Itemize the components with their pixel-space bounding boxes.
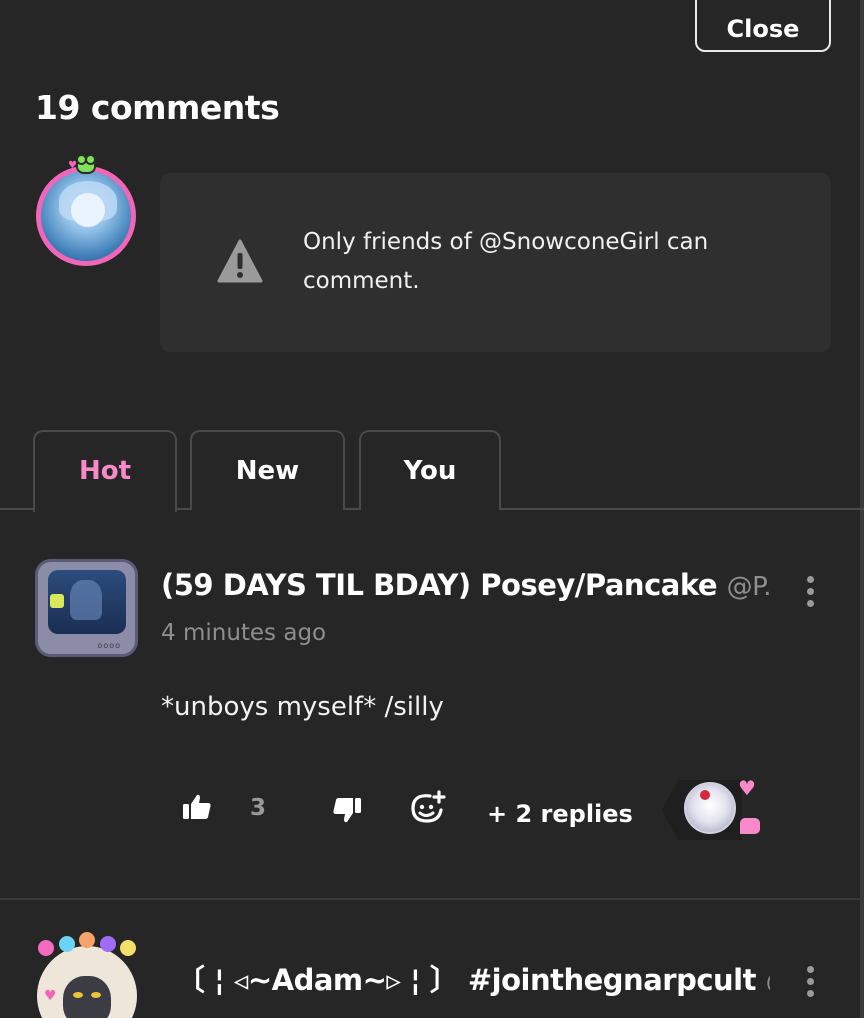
comment-more-options-icon[interactable] — [804, 576, 816, 610]
commenter-avatar[interactable]: oooo — [35, 559, 138, 657]
comment-timestamp: 4 minutes ago — [161, 620, 327, 646]
heart-icon: ♥ — [44, 988, 57, 1004]
thumbs-up-icon[interactable] — [182, 793, 212, 821]
current-user-avatar[interactable] — [36, 166, 136, 266]
like-count: 3 — [250, 795, 267, 821]
avatar-heart-crown — [38, 932, 136, 964]
comment-more-options-icon[interactable] — [804, 966, 816, 1000]
avatar-badge — [50, 594, 64, 608]
commenter-handle[interactable]: @P... — [727, 572, 771, 602]
commenter-display-name[interactable]: 〔 ¦ ◃~Adam~▹ ¦ 〕 #jointhegnarpcult — [176, 963, 756, 997]
reply-preview[interactable]: ♥ — [662, 772, 772, 844]
frog-accessory-icon — [76, 154, 96, 174]
notice-text: Only friends of @SnowconeGirl can commen… — [303, 229, 709, 294]
comment-divider — [0, 898, 864, 900]
tab-hot[interactable]: Hot — [33, 430, 177, 512]
add-reaction-icon[interactable] — [410, 790, 446, 826]
thumbs-down-icon[interactable] — [332, 796, 362, 824]
tab-new[interactable]: New — [190, 430, 345, 510]
commenter-name[interactable]: (59 DAYS TIL BDAY) Posey/Pancake @P... — [161, 568, 771, 602]
comment-count-heading: 19 comments — [35, 88, 280, 127]
commenter-display-name[interactable]: (59 DAYS TIL BDAY) Posey/Pancake — [161, 568, 718, 602]
heart-icon: ♥ — [68, 160, 77, 171]
avatar-mask — [63, 976, 111, 1018]
heart-reaction-icon: ♥ — [738, 776, 756, 800]
avatar-dots: oooo — [97, 641, 121, 650]
avatar-face — [71, 193, 105, 227]
comment-body: *unboys myself* /silly — [161, 692, 444, 722]
commenter-handle[interactable]: @... — [766, 967, 770, 997]
tab-you[interactable]: You — [359, 430, 501, 510]
reply-avatar — [684, 782, 736, 834]
warning-icon — [217, 239, 263, 283]
view-replies-link[interactable]: + 2 replies — [487, 800, 633, 828]
close-button[interactable]: Close — [695, 0, 831, 52]
comment-restriction-notice: Only friends of @SnowconeGirl can commen… — [160, 173, 831, 352]
chat-bubble-icon — [740, 818, 760, 834]
commenter-name[interactable]: 〔 ¦ ◃~Adam~▹ ¦ 〕 #jointhegnarpcult @... — [176, 957, 770, 999]
